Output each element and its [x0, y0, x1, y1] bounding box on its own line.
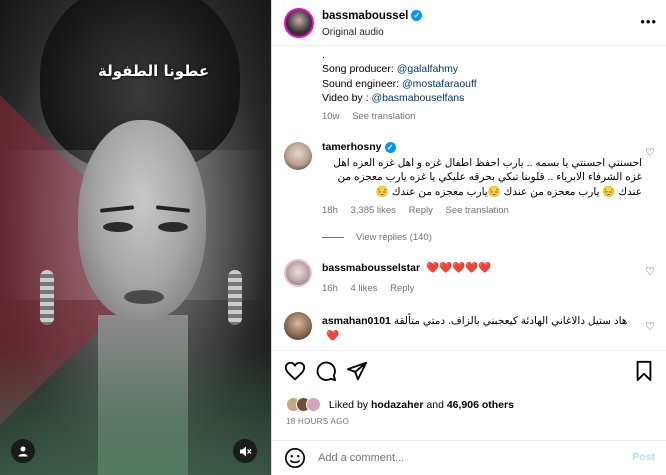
- comment-text: ❤️❤️❤️❤️❤️: [425, 262, 492, 274]
- comment-body: tamerhosny ✓ احسنتي احسنتي يا بسمه .. يار…: [322, 140, 642, 219]
- commenter-avatar[interactable]: [284, 259, 312, 287]
- post-comment-button[interactable]: Post: [632, 451, 655, 463]
- view-replies-button[interactable]: View replies (140): [322, 232, 432, 243]
- more-options-icon[interactable]: •••: [640, 14, 657, 29]
- liked-by-user[interactable]: hodazaher: [371, 399, 424, 411]
- post-panel: bassmaboussel ✓ Original audio ••• . Song…: [271, 0, 666, 475]
- audio-link[interactable]: Original audio: [322, 27, 384, 38]
- caption-line: Video by : @basmabouselfans: [322, 92, 465, 104]
- comment-time: 18h: [322, 205, 338, 216]
- portrait-eye-right: [158, 222, 188, 232]
- user-icon: [18, 446, 28, 457]
- post-actions: Liked by hodazaher and 46,906 others 18 …: [272, 350, 666, 440]
- like-comment-icon[interactable]: ♡: [645, 265, 655, 278]
- mute-button[interactable]: [233, 439, 257, 463]
- save-bookmark-icon[interactable]: [633, 360, 655, 382]
- commenter-username[interactable]: asmahan0101: [322, 315, 391, 327]
- liked-by-prefix: Liked by: [328, 398, 371, 411]
- like-heart-icon[interactable]: [284, 360, 306, 382]
- flag-green-band: [0, 345, 271, 475]
- reply-button[interactable]: Reply: [390, 283, 414, 294]
- earring-right: [228, 270, 242, 325]
- post-timestamp[interactable]: 18 HOURS AGO: [286, 417, 349, 426]
- caption-line: Sound engineer: @mostafaraouff: [322, 77, 477, 90]
- comment-body: asmahan0101 هاد ستيل دالاغاني الهادئة كي…: [322, 314, 642, 343]
- liked-by-summary: Liked by hodazaher and 46,906 others: [286, 397, 514, 412]
- liker-avatar[interactable]: [306, 397, 321, 412]
- comment-input[interactable]: [318, 448, 588, 468]
- comment-time: 16h: [322, 282, 338, 294]
- comment-body: bassmabousselstar ❤️❤️❤️❤️❤️ 16h 4 likes…: [322, 261, 642, 296]
- verified-badge-icon: ✓: [411, 10, 423, 22]
- see-translation-link[interactable]: See translation: [352, 111, 415, 122]
- share-send-icon[interactable]: [346, 360, 368, 382]
- post-media[interactable]: عطونا الطفولة: [0, 0, 271, 475]
- liked-by-others[interactable]: 46,906 others: [447, 399, 514, 411]
- emoji-icon[interactable]: [284, 447, 306, 469]
- post-caption: . Song producer: @galalfahmy Sound engin…: [322, 49, 477, 124]
- mention-link[interactable]: @basmabouselfans: [371, 92, 464, 104]
- comment-likes[interactable]: 4 likes: [351, 283, 378, 294]
- commenter-avatar[interactable]: [284, 312, 312, 340]
- tagged-user-button[interactable]: [11, 439, 35, 463]
- comment-text: احسنتي احسنتي يا بسمه .. يارب احفظ اطفال…: [333, 156, 642, 198]
- portrait-eye-left: [103, 222, 133, 232]
- mention-link[interactable]: @galalfahmy: [397, 63, 458, 75]
- commenter-username[interactable]: bassmabousselstar: [322, 262, 420, 274]
- like-comment-icon[interactable]: ♡: [645, 146, 655, 159]
- post-header: bassmaboussel ✓ Original audio •••: [272, 0, 666, 46]
- portrait-lips: [124, 290, 164, 304]
- media-overlay-text: عطونا الطفولة: [98, 62, 210, 80]
- mention-link[interactable]: @mostafaraouff: [402, 78, 477, 90]
- commenter-avatar[interactable]: [284, 142, 312, 170]
- commenter-username[interactable]: tamerhosny ✓: [322, 141, 396, 153]
- comment-likes[interactable]: 3,385 likes: [351, 205, 396, 216]
- liked-by-and: and: [423, 398, 447, 411]
- caption-time: 10w: [322, 110, 340, 122]
- comment-bubble-icon[interactable]: [315, 360, 337, 382]
- see-translation-link[interactable]: See translation: [446, 205, 509, 216]
- add-comment-bar: Post: [272, 440, 666, 475]
- author-username[interactable]: bassmaboussel ✓: [322, 10, 423, 22]
- author-avatar[interactable]: [284, 8, 314, 38]
- earring-left: [40, 270, 54, 325]
- speaker-muted-icon: [239, 446, 251, 456]
- like-comment-icon[interactable]: ♡: [645, 320, 655, 333]
- verified-badge-icon: ✓: [384, 141, 396, 153]
- caption-dot: .: [322, 49, 325, 61]
- replies-divider: [322, 236, 344, 238]
- caption-line: Song producer: @galalfahmy: [322, 63, 459, 75]
- reply-button[interactable]: Reply: [409, 205, 433, 216]
